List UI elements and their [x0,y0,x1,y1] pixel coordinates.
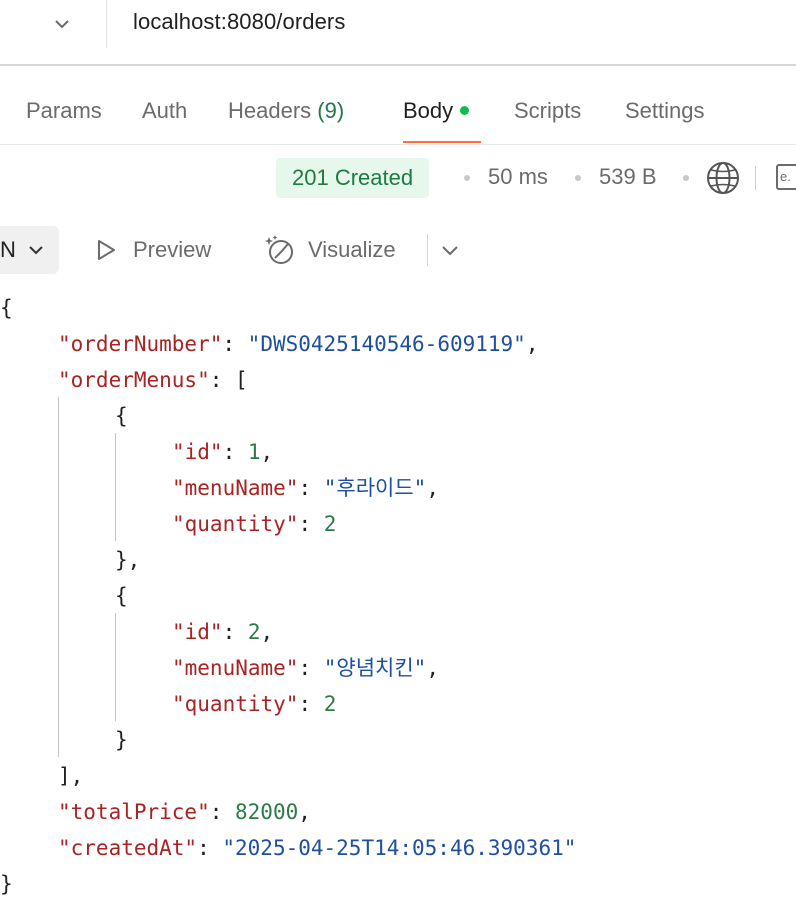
url-divider [106,0,107,48]
indent-guide [58,397,59,757]
response-status-row: 201 Created 50 ms 539 B e. [0,150,796,206]
json-string: "2025-04-25T14:05:46.390361" [222,836,577,860]
active-tab-underline [403,141,481,143]
tab-settings[interactable]: Settings [625,98,705,124]
code-line: "id": 2, [172,620,274,644]
json-number: 2 [323,692,337,716]
tab-settings-label: Settings [625,98,705,123]
code-line: ], [58,758,83,794]
play-icon [98,240,115,260]
tab-params[interactable]: Params [26,98,102,124]
indent-guide [115,433,116,541]
code-line: "orderNumber": "DWS0425140546-609119", [58,332,539,356]
response-time[interactable]: 50 ms [488,164,548,190]
chevron-down-icon [29,246,43,255]
tab-auth-label: Auth [142,98,188,123]
array-open: [ [235,368,248,392]
code-line: "quantity": 2 [172,692,337,716]
code-line: } [115,722,128,758]
tab-headers-label: Headers [228,98,312,123]
json-key: "menuName" [172,656,299,680]
code-line: { [0,290,13,326]
chevron-down-icon [55,20,69,29]
json-key: "createdAt" [58,836,198,860]
view-separator [427,234,428,266]
code-line: { [115,398,128,434]
code-line: { [115,578,128,614]
visualize-label: Visualize [308,237,396,262]
json-number: 2 [323,512,337,536]
code-line: "orderMenus": [ [58,368,248,392]
code-line: }, [115,542,140,578]
indent-guide [115,613,116,721]
json-string: "양념치킨" [323,656,427,680]
tab-params-label: Params [26,98,102,123]
open-brace: { [0,296,13,320]
item-close: }, [115,548,141,572]
array-close: ], [58,764,84,788]
code-line: "menuName": "후라이드", [172,476,439,500]
response-size[interactable]: 539 B [599,164,657,190]
url-input[interactable]: localhost:8080/orders [133,9,345,35]
tabs-divider [0,144,796,145]
separator-dot [464,175,470,181]
item-open: { [115,404,128,428]
preview-button[interactable]: Preview [93,234,211,266]
json-number: 82000 [235,800,299,824]
url-bar: localhost:8080/orders [0,0,796,64]
globe-icon[interactable] [706,161,740,195]
json-string: "후라이드" [323,476,427,500]
tab-body[interactable]: Body [403,98,470,124]
code-line: "totalPrice": 82000, [58,800,311,824]
code-line: "createdAt": "2025-04-25T14:05:46.390361… [58,836,577,860]
item-close: } [115,728,128,752]
close-brace: } [0,872,13,896]
body-indicator-dot [460,105,470,115]
format-select[interactable]: N [0,226,59,274]
tab-scripts[interactable]: Scripts [514,98,581,124]
code-line: "id": 1, [172,440,274,464]
separator-dot [575,175,581,181]
separator-dot [683,175,689,181]
chevron-down-icon[interactable] [438,238,462,262]
response-view-controls: N Preview Visualize [0,222,796,278]
method-dropdown-button[interactable] [44,8,80,40]
tab-headers-count: (9) [317,98,345,123]
tab-auth[interactable]: Auth [142,98,187,124]
item-open: { [115,584,128,608]
save-example-icon[interactable]: e. [776,164,796,190]
code-line: } [0,866,13,902]
json-number: 1 [247,440,261,464]
json-key: "orderMenus" [58,368,210,392]
json-key: "menuName" [172,476,299,500]
visualize-button[interactable]: Visualize [264,232,396,268]
code-line: "menuName": "양념치킨", [172,656,439,680]
toolbar-separator [755,166,756,190]
visualize-icon [265,235,293,264]
status-badge[interactable]: 201 Created [276,158,430,198]
code-line: "quantity": 2 [172,512,337,536]
format-select-label: N [0,237,16,262]
json-key: "id" [172,440,223,464]
request-tabs: Params Auth Headers (9) Body Scripts Set… [0,66,796,144]
json-key: "quantity" [172,512,299,536]
json-number: 2 [247,620,261,644]
tab-headers[interactable]: Headers (9) [228,98,344,124]
tab-scripts-label: Scripts [514,98,582,123]
tab-body-label: Body [403,98,454,123]
json-key: "totalPrice" [58,800,210,824]
json-key: "quantity" [172,692,299,716]
json-key: "orderNumber" [58,332,223,356]
json-string: "DWS0425140546-609119" [247,332,526,356]
json-key: "id" [172,620,223,644]
preview-label: Preview [133,237,212,262]
